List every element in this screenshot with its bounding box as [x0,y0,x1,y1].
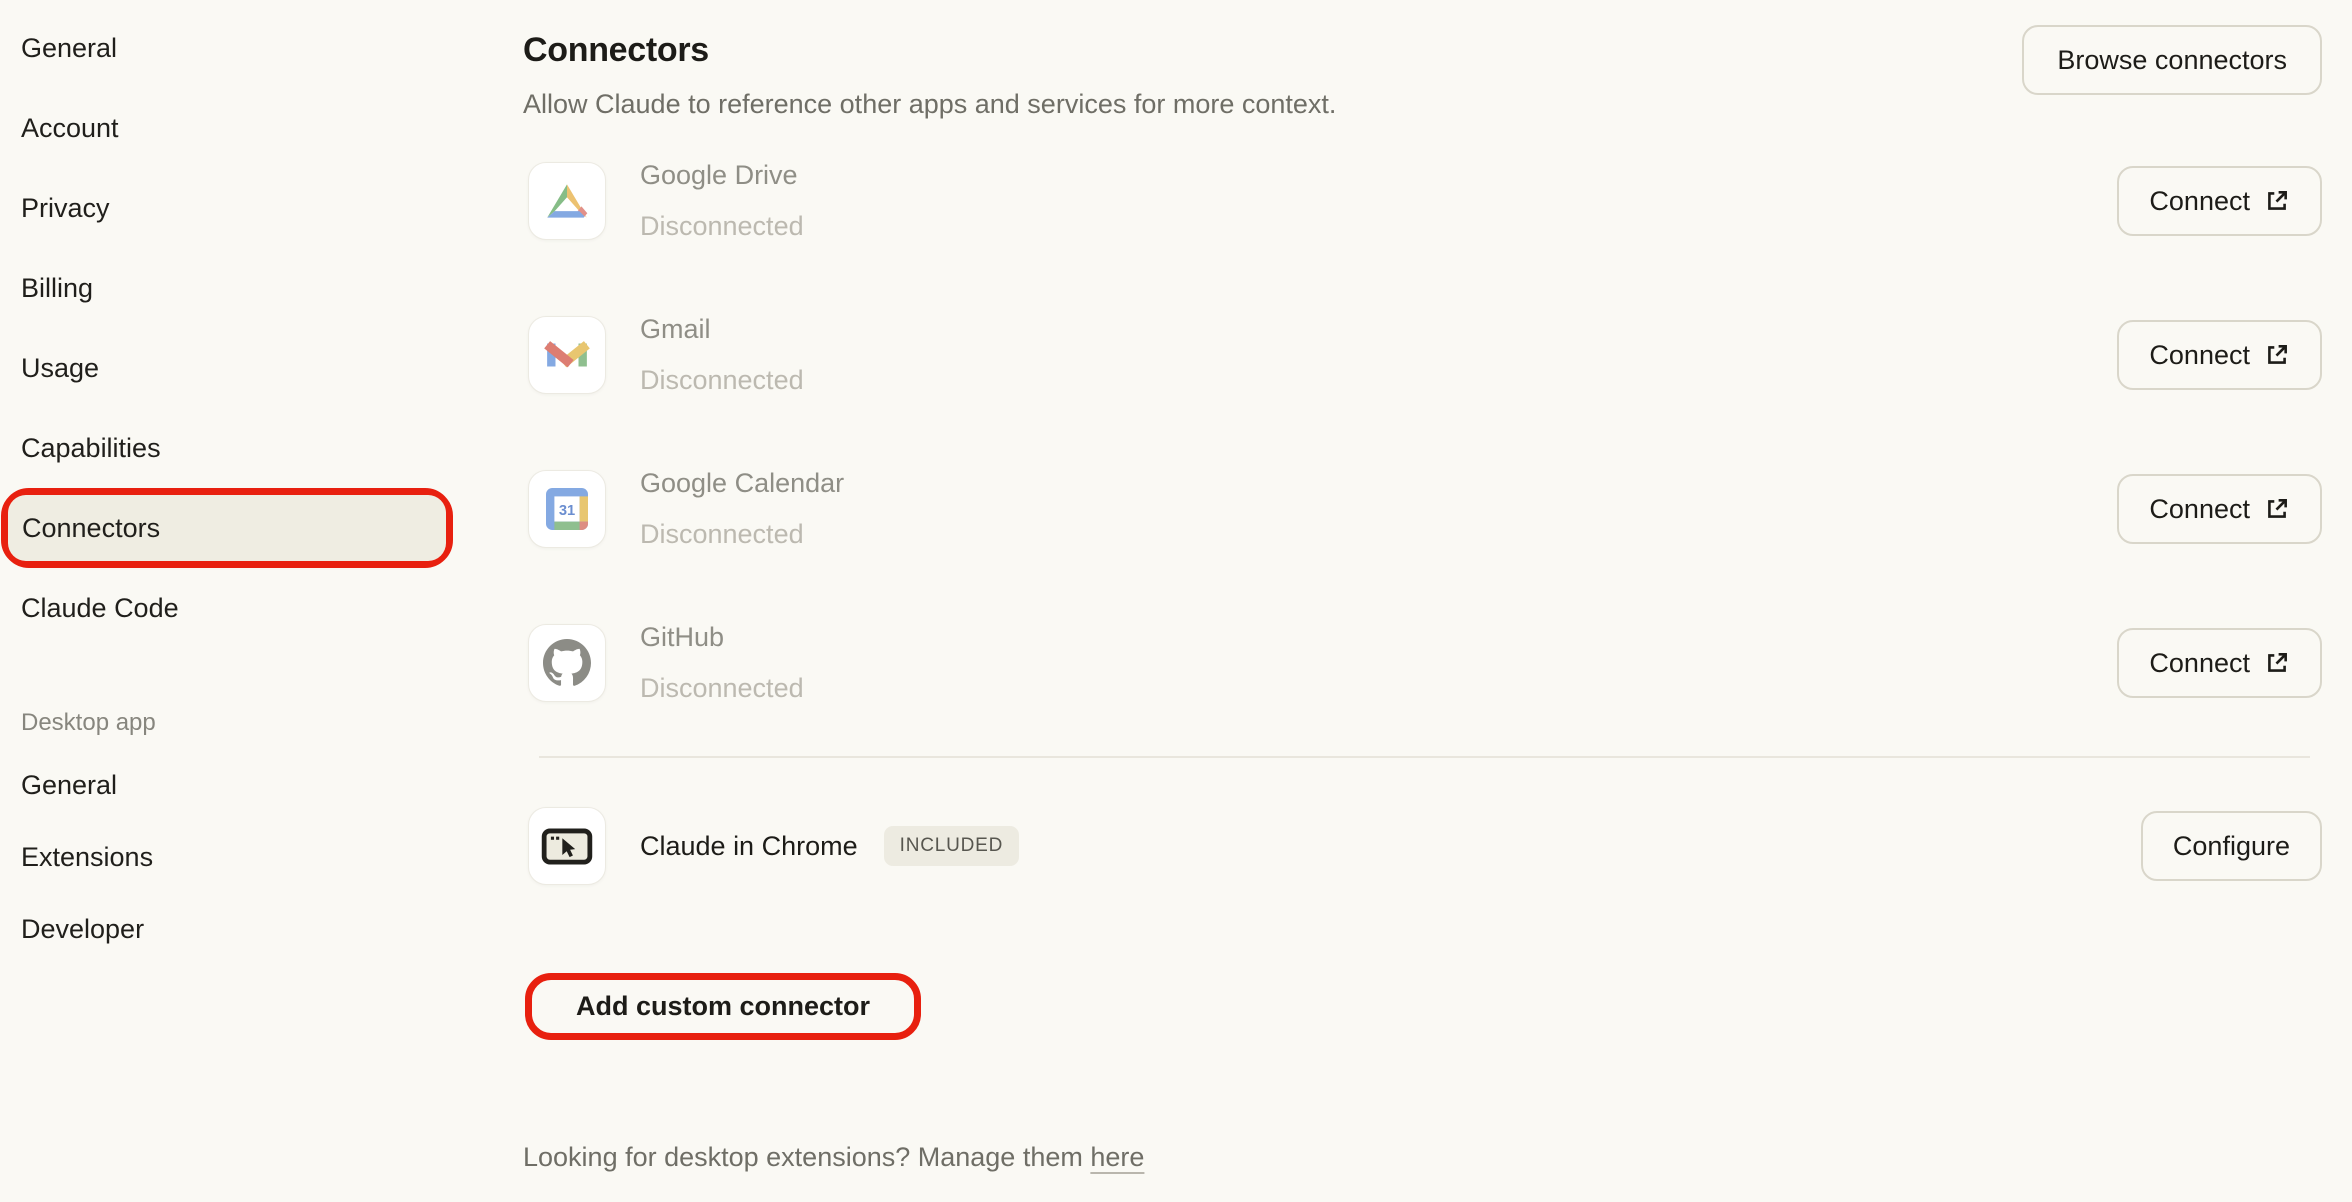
section-divider [539,756,2310,758]
external-link-icon [2264,496,2290,522]
external-link-icon [2264,342,2290,368]
claude-in-chrome-icon [528,807,606,885]
desktop-extensions-note: Looking for desktop extensions? Manage t… [523,1135,2322,1179]
annotation-ring-add-custom: Add custom connector [525,973,921,1040]
configure-claude-in-chrome-button[interactable]: Configure [2141,811,2322,881]
connector-status: Disconnected [640,206,804,247]
connectors-panel: Connectors Allow Claude to reference oth… [523,0,2322,1179]
connect-gmail-button[interactable]: Connect [2117,320,2322,390]
settings-sidebar: General Account Privacy Billing Usage Ca… [0,8,470,965]
connector-list: Google Drive Disconnected Connect [523,124,2322,740]
connect-button-label: Connect [2149,340,2250,371]
calendar-day-label: 31 [559,503,575,519]
connector-row-google-calendar: 31 Google Calendar Disconnected Connect [523,432,2322,586]
sidebar-item-connectors[interactable]: Connectors [8,495,446,561]
connector-name: Google Drive [640,155,804,196]
connector-name: GitHub [640,617,804,658]
connector-row-google-drive: Google Drive Disconnected Connect [523,124,2322,278]
sidebar-item-general[interactable]: General [0,8,470,88]
google-calendar-icon: 31 [528,470,606,548]
annotation-ring-connectors: Connectors [1,488,453,568]
sidebar-item-usage[interactable]: Usage [0,328,470,408]
connector-status: Disconnected [640,514,844,555]
connect-github-button[interactable]: Connect [2117,628,2322,698]
connector-name: Gmail [640,309,804,350]
connector-name: Google Calendar [640,463,844,504]
sidebar-item-developer[interactable]: Developer [0,893,470,965]
connector-row-gmail: Gmail Disconnected Connect [523,278,2322,432]
sidebar-item-claude-code[interactable]: Claude Code [0,568,470,648]
sidebar-item-desktop-general[interactable]: General [0,749,470,821]
connect-google-calendar-button[interactable]: Connect [2117,474,2322,544]
github-icon [528,624,606,702]
connector-name: Claude in Chrome [640,831,858,862]
sidebar-item-account[interactable]: Account [0,88,470,168]
note-text: Looking for desktop extensions? Manage t… [523,1142,1083,1172]
sidebar-section-desktop-app: Desktop app [0,708,470,738]
sidebar-desktop-list: General Extensions Developer [0,749,470,965]
sidebar-selected-slot: Connectors [0,488,470,568]
sidebar-item-billing[interactable]: Billing [0,248,470,328]
connect-google-drive-button[interactable]: Connect [2117,166,2322,236]
gmail-icon [528,316,606,394]
external-link-icon [2264,650,2290,676]
connect-button-label: Connect [2149,186,2250,217]
included-badge: INCLUDED [884,826,1020,866]
connector-row-github: GitHub Disconnected Connect [523,586,2322,740]
sidebar-item-privacy[interactable]: Privacy [0,168,470,248]
connect-button-label: Connect [2149,648,2250,679]
sidebar-item-capabilities[interactable]: Capabilities [0,408,470,488]
sidebar-item-extensions[interactable]: Extensions [0,821,470,893]
connector-row-claude-in-chrome: Claude in Chrome INCLUDED Configure [523,769,2322,923]
connect-button-label: Connect [2149,494,2250,525]
connector-status: Disconnected [640,360,804,401]
google-drive-icon [528,162,606,240]
manage-extensions-link[interactable]: here [1090,1142,1144,1172]
browse-connectors-button[interactable]: Browse connectors [2022,25,2322,95]
external-link-icon [2264,188,2290,214]
add-custom-connector-button[interactable]: Add custom connector [532,980,914,1033]
connector-status: Disconnected [640,668,804,709]
